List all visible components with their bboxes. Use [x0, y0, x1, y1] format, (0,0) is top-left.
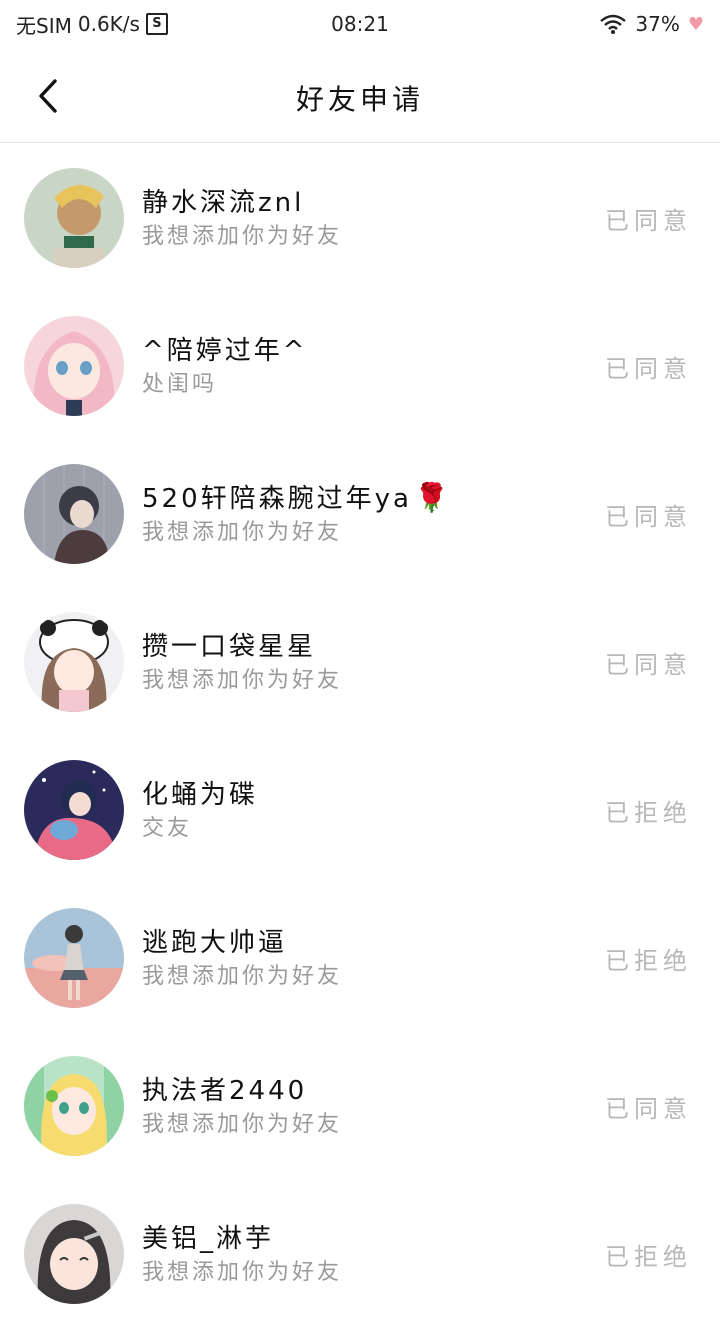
- carrier-text: 无SIM: [16, 13, 72, 38]
- request-message: 我想添加你为好友: [142, 964, 343, 989]
- network-speed: 0.6K/s: [77, 12, 140, 36]
- request-status: 已拒绝: [605, 799, 692, 827]
- list-item[interactable]: ^陪婷过年^ 处闺吗 已同意: [0, 292, 720, 440]
- nav-bar: 好友申请: [0, 48, 720, 143]
- requester-name: 攒一口袋星星: [142, 632, 317, 662]
- request-message: 交友: [142, 816, 193, 841]
- s-app-icon: S: [145, 13, 168, 35]
- list-item[interactable]: 逃跑大帅逼 我想添加你为好友 已拒绝: [0, 884, 720, 1032]
- list-item[interactable]: 攒一口袋星星 我想添加你为好友 已同意: [0, 588, 720, 736]
- request-message: 我想添加你为好友: [142, 1112, 343, 1137]
- avatar[interactable]: [24, 316, 124, 416]
- requester-name-text: 520轩陪森腕过年ya: [142, 484, 412, 514]
- avatar[interactable]: [24, 1056, 124, 1156]
- request-status: 已拒绝: [605, 947, 692, 975]
- avatar[interactable]: [24, 168, 124, 268]
- list-item[interactable]: 化蛹为碟 交友 已拒绝: [0, 736, 720, 884]
- request-message: 处闺吗: [142, 372, 218, 397]
- page-title: 好友申请: [295, 83, 424, 116]
- list-item[interactable]: 美铝_淋芋 我想添加你为好友 已拒绝: [0, 1180, 720, 1328]
- battery-text: 37%: [635, 12, 680, 36]
- request-status: 已同意: [605, 1095, 692, 1123]
- request-status: 已同意: [605, 207, 692, 235]
- avatar[interactable]: [24, 612, 124, 712]
- list-item[interactable]: 520轩陪森腕过年ya🌹 我想添加你为好友 已同意: [0, 440, 720, 588]
- avatar[interactable]: [24, 1204, 124, 1304]
- request-message: 我想添加你为好友: [142, 520, 343, 545]
- list-item[interactable]: 执法者2440 我想添加你为好友 已同意: [0, 1032, 720, 1180]
- requester-name: 静水深流znl: [142, 188, 305, 218]
- requester-name: 美铝_淋芋: [142, 1224, 275, 1254]
- avatar[interactable]: [24, 760, 124, 860]
- request-status: 已同意: [605, 503, 692, 531]
- wifi-icon: [599, 14, 627, 34]
- requester-name: ^陪婷过年^: [142, 336, 308, 366]
- status-left: 无SIM 0.6K/s S: [16, 10, 168, 39]
- status-bar: 无SIM 0.6K/s S 08:21 37% ♥: [0, 0, 720, 48]
- request-message: 我想添加你为好友: [142, 668, 343, 693]
- request-message: 我想添加你为好友: [142, 224, 343, 249]
- heart-icon: ♥: [687, 13, 704, 35]
- request-status: 已同意: [605, 355, 692, 383]
- list-item[interactable]: 静水深流znl 我想添加你为好友 已同意: [0, 144, 720, 292]
- request-status: 已同意: [605, 651, 692, 679]
- avatar[interactable]: [24, 908, 124, 1008]
- requester-name: 化蛹为碟: [142, 780, 259, 810]
- requester-name: 逃跑大帅逼: [142, 928, 288, 958]
- requester-name: 520轩陪森腕过年ya🌹: [142, 478, 452, 515]
- avatar[interactable]: [24, 464, 124, 564]
- status-right: 37% ♥: [599, 12, 704, 36]
- rose-emoji: 🌹: [413, 481, 452, 514]
- friend-request-list: 静水深流znl 我想添加你为好友 已同意 ^陪婷过年^ 处闺吗 已同意 520轩…: [0, 144, 720, 1328]
- request-status: 已拒绝: [605, 1243, 692, 1271]
- request-message: 我想添加你为好友: [142, 1260, 343, 1285]
- requester-name: 执法者2440: [142, 1076, 308, 1106]
